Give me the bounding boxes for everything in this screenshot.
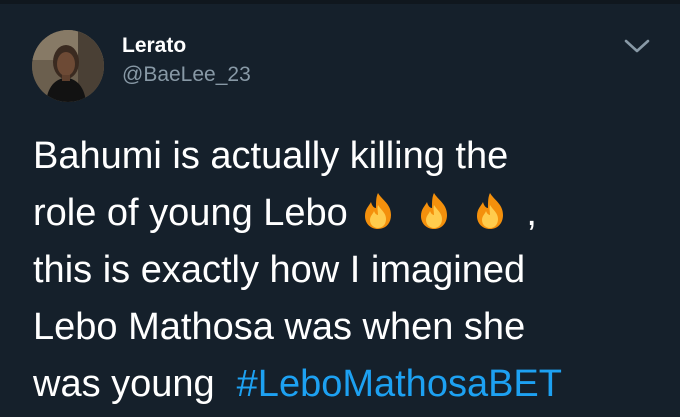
tweet-line: this is exactly how I imagined: [33, 249, 526, 291]
tweet-line-text: was young: [33, 363, 215, 405]
fire-emoji-icon: [414, 191, 454, 231]
tweet-line-punctuation: ,: [526, 192, 537, 234]
chevron-down-icon[interactable]: [622, 36, 652, 56]
tweet-text: Bahumi is actually killing the role of y…: [33, 128, 663, 413]
tweet-line: Bahumi is actually killing the: [33, 135, 509, 177]
fire-emoji-icon: [470, 191, 510, 231]
tweet-line: role of young Lebo ,: [33, 185, 663, 242]
fire-emoji-icon: [358, 191, 398, 231]
tweet-line: Lebo Mathosa was when she: [33, 306, 526, 348]
tweet-line: was young #LeboMathosaBET: [33, 356, 663, 413]
avatar-photo: [32, 30, 104, 102]
display-name[interactable]: Lerato: [122, 34, 251, 58]
tweet-line-text: role of young Lebo: [33, 192, 348, 234]
avatar[interactable]: [32, 30, 104, 102]
author-block: Lerato @BaeLee_23: [122, 34, 251, 88]
hashtag-link[interactable]: #LeboMathosaBET: [237, 363, 562, 405]
user-handle[interactable]: @BaeLee_23: [122, 62, 251, 88]
tweet-card[interactable]: Lerato @BaeLee_23 Bahumi is actually kil…: [0, 4, 680, 417]
